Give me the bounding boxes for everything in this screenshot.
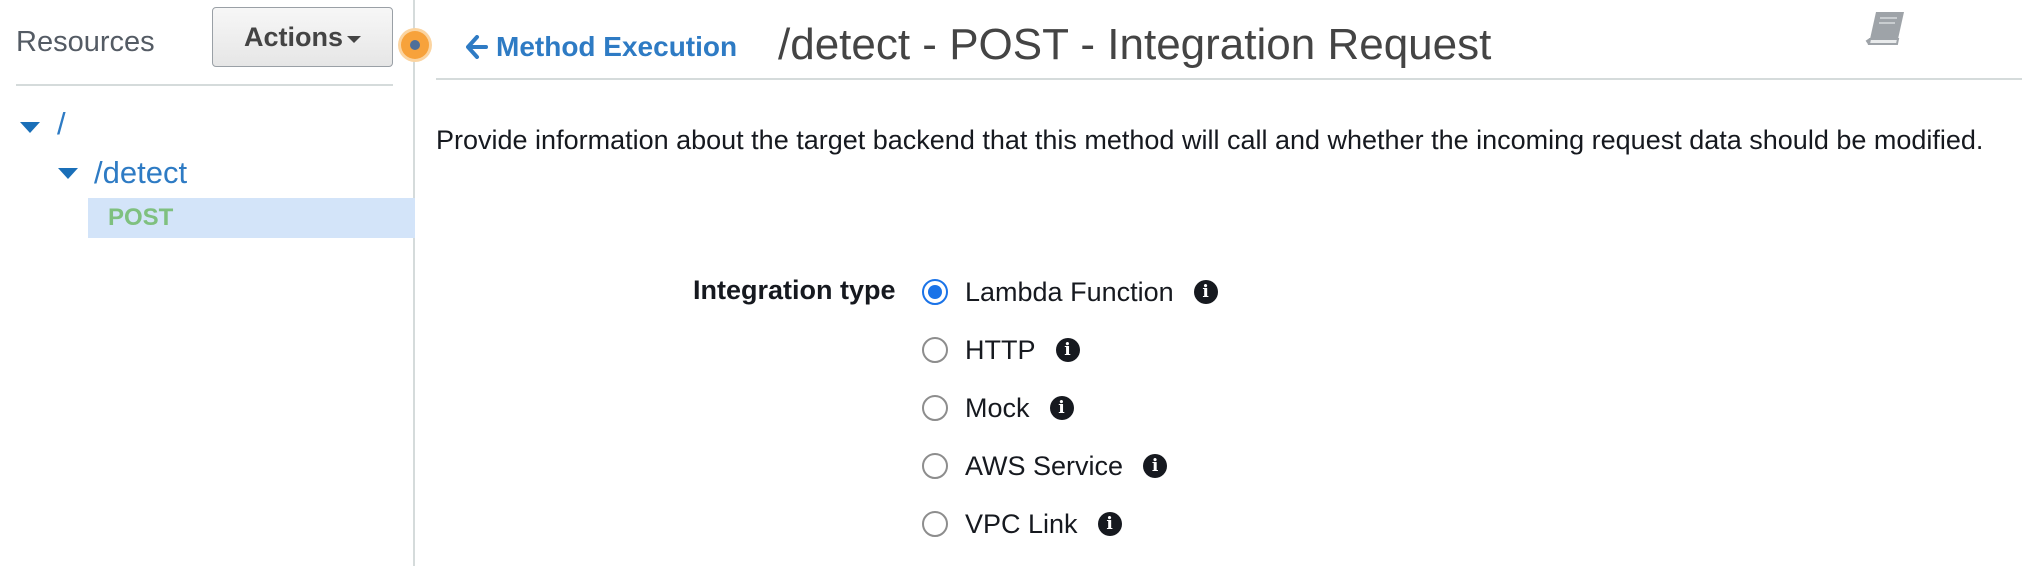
radio-lambda-function[interactable] (922, 279, 948, 305)
header-divider (436, 78, 2022, 80)
radio-label: HTTP (965, 334, 1036, 365)
integration-option-lambda[interactable]: Lambda Function i (922, 272, 1218, 312)
arrow-left-icon (466, 35, 488, 59)
integration-type-label: Integration type (693, 275, 896, 305)
info-icon[interactable]: i (1097, 512, 1122, 536)
method-execution-back-link[interactable]: Method Execution (466, 31, 737, 63)
caret-down-icon (347, 35, 361, 43)
collapse-root-toggle-icon[interactable] (20, 122, 40, 133)
tree-item-post-method[interactable]: POST (88, 198, 415, 238)
collapse-detect-toggle-icon[interactable] (58, 168, 78, 179)
integration-option-http[interactable]: HTTP i (922, 330, 1080, 370)
info-icon[interactable]: i (1049, 396, 1074, 420)
info-icon[interactable]: i (1055, 338, 1080, 362)
method-label: POST (108, 204, 174, 231)
radio-http[interactable] (922, 337, 948, 363)
actions-button-label: Actions (243, 21, 343, 52)
back-link-label: Method Execution (496, 31, 738, 62)
integration-option-aws-service[interactable]: AWS Service i (922, 446, 1168, 486)
tree-item-root[interactable]: / (57, 106, 66, 142)
divider (16, 84, 393, 86)
radio-label: VPC Link (965, 508, 1078, 539)
radio-label: Mock (965, 392, 1030, 423)
radio-mock[interactable] (922, 395, 948, 421)
actions-dropdown-button[interactable]: Actions (212, 7, 393, 67)
api-gateway-console: Resources Actions / /detect POST Method … (0, 0, 2022, 566)
radio-aws-service[interactable] (922, 453, 948, 479)
tree-item-detect[interactable]: /detect (94, 155, 187, 191)
resources-title: Resources (16, 26, 155, 58)
radio-vpc-link[interactable] (922, 511, 948, 537)
panel-resize-handle[interactable] (401, 31, 429, 59)
integration-option-vpc-link[interactable]: VPC Link i (922, 504, 1122, 544)
page-description: Provide information about the target bac… (436, 125, 1984, 155)
radio-label: AWS Service (965, 450, 1124, 481)
page-title: /detect - POST - Integration Request (778, 20, 1492, 69)
resources-panel: Resources Actions / /detect POST (0, 0, 415, 566)
info-icon[interactable]: i (1193, 280, 1218, 304)
book-icon[interactable] (1864, 9, 1908, 49)
info-icon[interactable]: i (1143, 454, 1168, 478)
integration-option-mock[interactable]: Mock i (922, 388, 1074, 428)
radio-label: Lambda Function (965, 276, 1174, 307)
